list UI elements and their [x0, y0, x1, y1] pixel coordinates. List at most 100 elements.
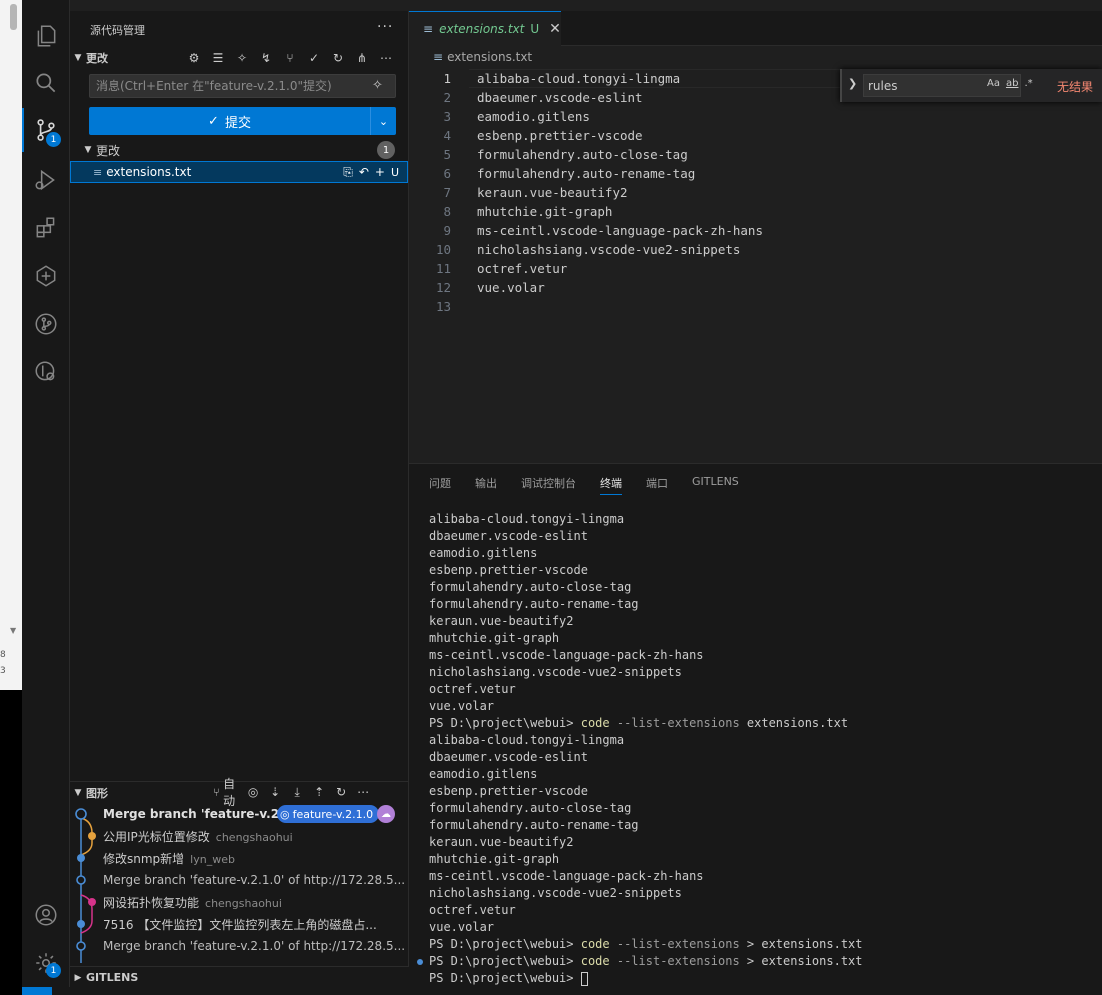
- graph-icon[interactable]: ⋔: [354, 50, 370, 66]
- tab-terminal[interactable]: 终端: [600, 475, 622, 495]
- graph-commit-row[interactable]: 7516 【文件监控】文件监控列表左上角的磁盘占...: [70, 913, 408, 935]
- graph-commit-row[interactable]: 修改snmp新增 lyn_web: [70, 847, 408, 869]
- line-number: 13: [435, 299, 451, 314]
- branch-icon[interactable]: ⑂: [282, 50, 298, 66]
- tab-problems[interactable]: 问题: [429, 475, 451, 491]
- changes-group-label: 更改: [96, 143, 121, 158]
- generate-icon[interactable]: ↯: [258, 50, 274, 66]
- code-line: nicholashsiang.vscode-vue2-snippets: [477, 242, 741, 257]
- whole-word-toggle[interactable]: ab: [1006, 78, 1018, 89]
- tab-debug-console[interactable]: 调试控制台: [521, 475, 576, 491]
- commit-author: chengshaohui: [215, 830, 293, 844]
- commit-check-icon[interactable]: ✓: [306, 50, 322, 66]
- commit-button[interactable]: ✓ 提交: [89, 107, 370, 135]
- terminal-line: nicholashsiang.vscode-vue2-snippets: [429, 886, 682, 900]
- target-icon[interactable]: ◎: [245, 784, 261, 800]
- gitlens-section-header[interactable]: ▶ GITLENS: [70, 966, 409, 988]
- accounts-button[interactable]: [22, 893, 70, 937]
- line-number: 9: [443, 223, 451, 238]
- run-debug-button[interactable]: [22, 158, 70, 202]
- graph-commit-row[interactable]: Merge branch 'feature-v.2.1.0' of http:/…: [70, 869, 408, 891]
- toggle-replace-icon[interactable]: ❯: [848, 77, 857, 90]
- more-actions-icon[interactable]: ···: [377, 19, 393, 35]
- line-number: 7: [443, 185, 451, 200]
- code-line: esbenp.prettier-vscode: [477, 128, 643, 143]
- terminal-line: vue.volar: [429, 920, 495, 934]
- line-number: 3: [0, 666, 6, 676]
- gitlens-button[interactable]: [22, 350, 70, 394]
- terminal-flag: --list-extensions: [609, 937, 740, 951]
- stage-changes-icon[interactable]: +: [375, 165, 385, 179]
- manage-button[interactable]: 1: [22, 941, 70, 985]
- graph-commit-row[interactable]: Merge branch 'feature-v.2.... ◎ feature-…: [70, 803, 408, 825]
- chevron-down-icon: ⌄: [378, 114, 389, 128]
- tab-extensions-txt[interactable]: ≡ extensions.txt U ✕: [409, 11, 561, 46]
- text-file-icon: ≡: [93, 165, 103, 179]
- fetch-icon[interactable]: ⇣: [267, 784, 283, 800]
- tab-ports[interactable]: 端口: [646, 475, 668, 491]
- source-control-button[interactable]: 1: [22, 108, 70, 152]
- explorer-button[interactable]: [22, 14, 70, 58]
- ai-assistant-button[interactable]: [22, 254, 70, 298]
- search-button[interactable]: [22, 61, 70, 105]
- terminal-line: formulahendry.auto-close-tag: [429, 580, 632, 594]
- commit-message-input[interactable]: [89, 74, 396, 98]
- line-number: 8: [443, 204, 451, 219]
- more-icon[interactable]: ⋯: [378, 50, 394, 66]
- graph-commit-row[interactable]: Merge branch 'feature-v.2.1.0' of http:/…: [70, 935, 408, 957]
- commit-message: 网设拓扑恢复功能: [103, 895, 200, 910]
- terminal-args: > extensions.txt: [739, 954, 863, 968]
- remote-indicator[interactable]: [22, 987, 52, 995]
- tab-output[interactable]: 输出: [475, 475, 497, 491]
- scrollbar-thumb[interactable]: [10, 4, 17, 30]
- terminal-line: eamodio.gitlens: [429, 767, 538, 781]
- scm-badge: 1: [46, 132, 61, 147]
- sparkle-icon[interactable]: ✧: [234, 50, 250, 66]
- gitlens-icon: [35, 361, 55, 381]
- chevron-down-icon: ▼: [74, 787, 82, 798]
- graph-auto-toggle[interactable]: ⑂ 自动: [213, 777, 239, 808]
- ai-commit-icon[interactable]: ⚙: [186, 50, 202, 66]
- graph-commit-row[interactable]: 公用IP光标位置修改 chengshaohui: [70, 825, 408, 847]
- branch-name: feature-v.2.1.0: [292, 807, 374, 821]
- more-icon[interactable]: ⋯: [355, 784, 371, 800]
- commit-dropdown-button[interactable]: ⌄: [370, 107, 396, 135]
- line-number: 4: [443, 128, 451, 143]
- extensions-button[interactable]: [22, 206, 70, 250]
- pull-icon[interactable]: ⤓: [289, 784, 305, 800]
- breadcrumb[interactable]: ≡ extensions.txt: [433, 50, 532, 64]
- code-line: vue.volar: [477, 280, 545, 295]
- discard-changes-icon[interactable]: ↶: [359, 165, 369, 179]
- terminal-command-line: PS D:\project\webui> code --list-extensi…: [429, 715, 848, 732]
- view-as-list-icon[interactable]: ☰: [210, 50, 226, 66]
- terminal-flag: --list-extensions: [609, 716, 740, 730]
- find-widget: ❯ Aa ab .* 无结果: [840, 69, 1102, 102]
- terminal-line: mhutchie.git-graph: [429, 852, 560, 866]
- command-decoration-icon[interactable]: [417, 959, 423, 965]
- push-icon[interactable]: ⇡: [311, 784, 327, 800]
- code-line: eamodio.gitlens: [477, 109, 590, 124]
- changed-file-row[interactable]: ≡ extensions.txt ⎘ ↶ + U: [70, 161, 408, 183]
- regex-toggle[interactable]: .*: [1024, 78, 1032, 89]
- open-file-icon[interactable]: ⎘: [343, 165, 353, 180]
- terminal-command-line: PS D:\project\webui>: [429, 970, 588, 987]
- code-editor[interactable]: 1 alibaba-cloud.tongyi-lingma 2 dbaeumer.vs…: [409, 68, 1102, 463]
- scroll-down-arrow-icon[interactable]: ▼: [10, 626, 16, 635]
- close-icon[interactable]: ✕: [549, 21, 561, 37]
- graph-auto-label: 自动: [223, 777, 236, 808]
- branch-tag[interactable]: ◎ feature-v.2.1.0: [277, 805, 380, 823]
- changes-group-header[interactable]: ▼ 更改: [70, 139, 409, 161]
- git-graph-button[interactable]: [22, 302, 70, 346]
- terminal-command: code: [580, 716, 610, 730]
- terminal-line: octref.vetur: [429, 903, 516, 917]
- match-case-toggle[interactable]: Aa: [987, 78, 1000, 89]
- commit-message: Merge branch 'feature-v.2.1.0' of http:/…: [103, 873, 406, 887]
- commit-message: Merge branch 'feature-v.2....: [103, 807, 298, 821]
- line-number: 11: [435, 261, 451, 276]
- generate-message-icon[interactable]: ✧: [372, 78, 383, 93]
- refresh-icon[interactable]: ↻: [333, 784, 349, 800]
- graph-commit-row[interactable]: 网设拓扑恢复功能 chengshaohui: [70, 891, 408, 913]
- terminal-line: vue.volar: [429, 699, 495, 713]
- refresh-icon[interactable]: ↻: [330, 50, 346, 66]
- tab-gitlens[interactable]: GITLENS: [692, 475, 739, 488]
